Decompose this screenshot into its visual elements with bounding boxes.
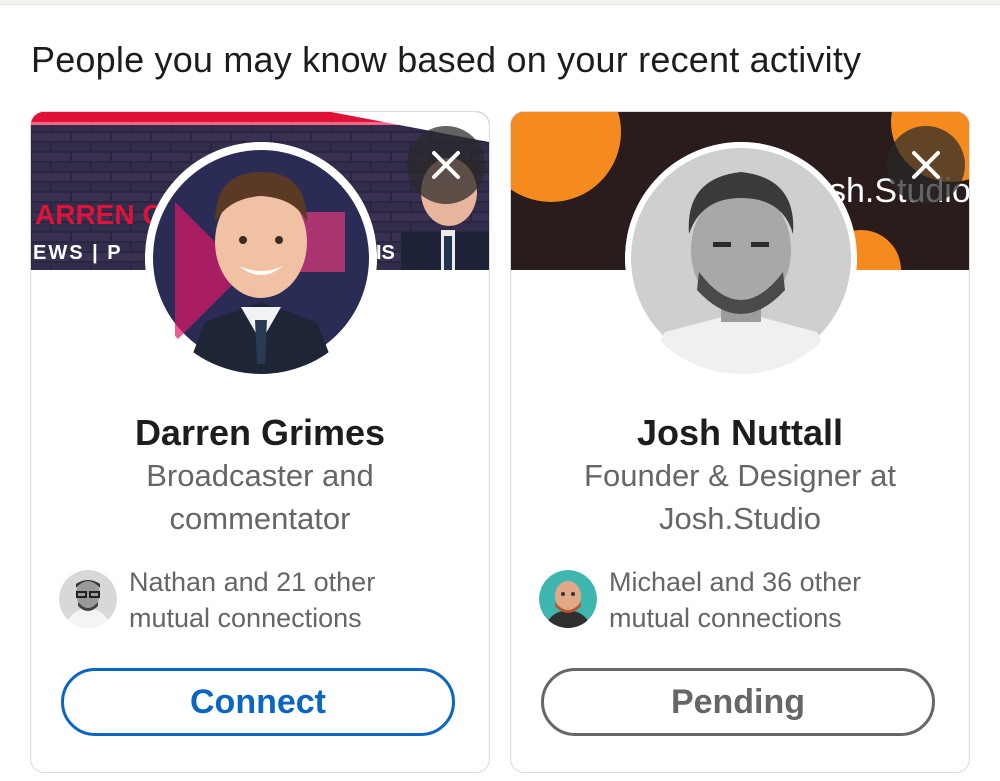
section-title: People you may know based on your recent…: [31, 39, 862, 80]
pymk-panel: People you may know based on your recent…: [0, 4, 1000, 781]
mutual-connections[interactable]: Michael and 36 other mutual connections: [539, 564, 949, 636]
person-name[interactable]: Josh Nuttall: [511, 412, 969, 454]
person-card-darren[interactable]: ARREN G EWS | P IS Darren Grimes Broadca…: [30, 111, 490, 773]
close-icon: [432, 151, 460, 179]
mutual-avatar: [539, 570, 597, 628]
dismiss-button[interactable]: [887, 126, 965, 204]
mutual-avatar: [59, 570, 117, 628]
person-name[interactable]: Darren Grimes: [31, 412, 489, 454]
pending-button[interactable]: Pending: [541, 668, 935, 736]
profile-photo[interactable]: [145, 142, 377, 374]
close-icon: [912, 151, 940, 179]
banner-text-right: IS: [376, 242, 395, 264]
connect-button[interactable]: Connect: [61, 668, 455, 736]
banner-text-top: ARREN G: [35, 199, 164, 230]
banner-text-bottom: EWS | P: [33, 242, 123, 264]
mutual-connections[interactable]: Nathan and 21 other mutual connections: [59, 564, 469, 636]
dismiss-button[interactable]: [407, 126, 485, 204]
profile-photo[interactable]: [625, 142, 857, 374]
mutual-text: Nathan and 21 other mutual connections: [129, 567, 376, 633]
person-headline: Founder & Designer at Josh.Studio: [584, 458, 896, 536]
mutual-text: Michael and 36 other mutual connections: [609, 567, 862, 633]
person-card-josh[interactable]: sh.Studio Josh Nuttall Founder & Designe…: [510, 111, 970, 773]
person-headline: Broadcaster and commentator: [146, 458, 374, 536]
